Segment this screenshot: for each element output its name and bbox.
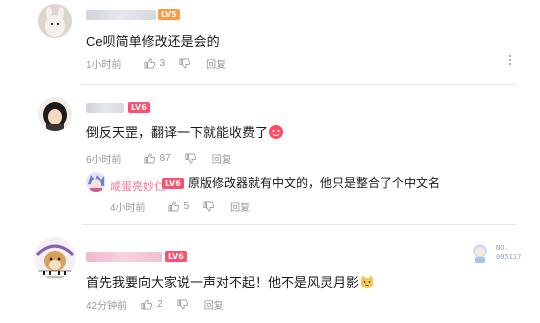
timestamp: 42分钟前 <box>86 301 128 312</box>
username[interactable] <box>86 252 162 262</box>
comment-1: LV5 Ce呗简单修改还是会的 1小时前 3 回复 <box>0 0 540 84</box>
fan-badge-number: NO. 005117 <box>496 244 522 261</box>
comment-text-content: 倒反天罡，翻译一下就能收费了 <box>86 125 269 140</box>
cat-face-icon <box>359 274 375 295</box>
level-badge: LV6 <box>128 102 150 113</box>
level-badge: LV6 <box>165 251 187 262</box>
thumbs-up-icon <box>144 58 155 69</box>
username[interactable] <box>86 10 156 20</box>
like-count: 87 <box>159 153 171 164</box>
comment-meta: 1小时前 3 回复 <box>86 56 226 71</box>
timestamp: 4小时前 <box>110 203 146 214</box>
more-options-icon[interactable] <box>505 54 515 66</box>
reply-level-badge: LV6 <box>162 178 184 189</box>
dislike-button[interactable] <box>185 153 196 164</box>
thumbs-up-icon <box>141 299 153 310</box>
like-count: 3 <box>159 58 166 69</box>
reply-meta: 4小时前 5 回复 <box>110 199 250 214</box>
fan-badge-icon <box>473 244 487 263</box>
level-badge: LV5 <box>158 9 180 20</box>
blushing-face-icon <box>268 124 284 145</box>
thumbs-down-icon <box>203 201 215 212</box>
comment-text: 首先我要向大家说一声对不起！他不是风灵月影 <box>86 274 375 295</box>
thumbs-down-icon <box>179 58 191 69</box>
like-button[interactable]: 2 <box>141 299 163 310</box>
avatar[interactable] <box>34 237 76 279</box>
reply-username[interactable]: 咸蛋亮妙仁 <box>110 178 165 194</box>
dislike-button[interactable] <box>177 299 188 310</box>
timestamp: 1小时前 <box>86 60 122 71</box>
avatar[interactable] <box>38 4 72 38</box>
like-count: 2 <box>157 299 163 310</box>
reply-button[interactable]: 回复 <box>230 199 250 214</box>
avatar[interactable] <box>38 97 72 131</box>
reply-avatar[interactable] <box>86 172 106 192</box>
dislike-button[interactable] <box>179 58 191 69</box>
fan-badge[interactable]: NO. 005117 <box>470 240 528 266</box>
comment-meta: 42分钟前 2 回复 <box>86 297 224 312</box>
comment-meta: 6小时前 87 回复 <box>86 151 232 166</box>
like-button[interactable]: 5 <box>168 201 190 212</box>
like-count: 5 <box>183 201 190 212</box>
comment-2: LV6 倒反天罡，翻译一下就能收费了 6小时前 87 回复 咸蛋亮妙仁 LV6 … <box>0 84 540 224</box>
thumbs-up-icon <box>168 201 179 212</box>
timestamp: 6小时前 <box>86 155 122 166</box>
thumbs-up-icon <box>144 153 155 164</box>
like-button[interactable]: 3 <box>144 58 166 69</box>
reply-text: 原版修改器就有中文的，他只是整合了个中文名 <box>188 176 441 190</box>
reply-button[interactable]: 回复 <box>206 56 226 71</box>
comment-text-content: 首先我要向大家说一声对不起！他不是风灵月影 <box>86 275 360 290</box>
comment-3: LV6 NO. 005117 首先我要向大家说一声对不起！他不是风灵月影 42分… <box>0 224 540 323</box>
thumbs-down-icon <box>177 299 188 310</box>
comment-text: Ce呗简单修改还是会的 <box>86 34 220 49</box>
username[interactable] <box>86 103 124 113</box>
thumbs-down-icon <box>185 153 196 164</box>
like-button[interactable]: 87 <box>144 153 171 164</box>
dislike-button[interactable] <box>203 201 215 212</box>
reply-button[interactable]: 回复 <box>204 297 224 312</box>
reply-button[interactable]: 回复 <box>212 151 232 166</box>
comment-text: 倒反天罡，翻译一下就能收费了 <box>86 124 284 145</box>
